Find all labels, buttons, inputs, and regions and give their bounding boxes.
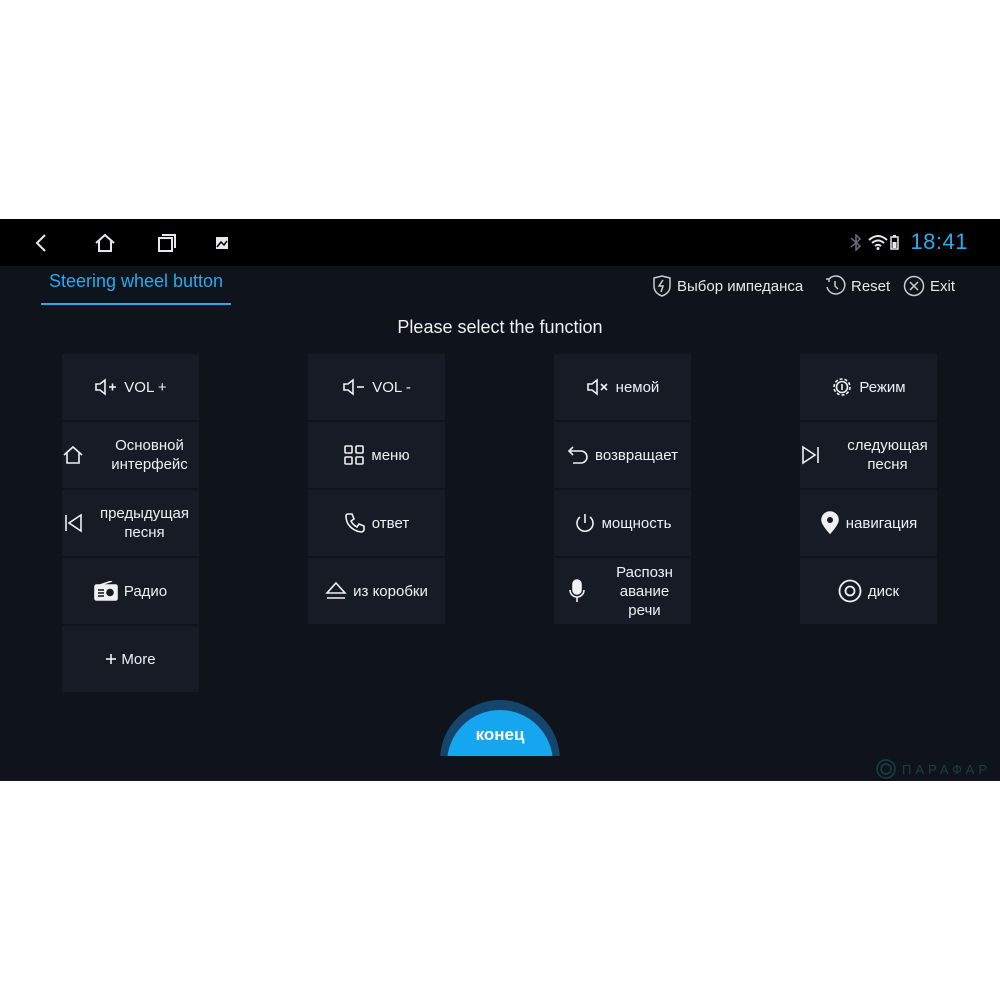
exit-button[interactable]: Exit [903,275,955,297]
function-prev-track[interactable]: предыдущая песня [62,490,199,556]
mute-icon [586,378,610,396]
volume-up-icon [94,378,118,396]
function-label: Основной интерфейс [111,437,188,473]
status-bar: 18:41 [0,219,1000,266]
radio-icon [94,581,118,601]
function-radio[interactable]: Радио [62,558,199,624]
bluetooth-icon [850,233,862,256]
battery-icon [890,235,899,255]
next-track-icon [800,445,822,465]
function-return[interactable]: возвращает [554,422,691,488]
phone-icon [344,512,366,534]
reset-label: Reset [851,277,891,295]
wifi-icon [868,234,888,255]
function-label: из коробки [353,582,428,600]
function-voice-recognition[interactable]: Распозн авание речи [554,558,691,624]
function-label: ответ [371,514,410,532]
screenshot-icon[interactable] [208,229,236,257]
eject-icon [325,581,347,601]
close-circle-icon [903,275,925,297]
watermark-text: ПАРАФАР [902,761,991,777]
function-vol-up[interactable]: VOL + [62,354,199,420]
clock: 18:41 [910,229,968,254]
shield-bolt-icon [653,275,671,297]
bottom-edge [0,756,1000,781]
function-label: Режим [859,378,906,396]
watermark: ПАРАФАР [874,757,991,781]
function-more[interactable]: More [62,626,199,692]
function-mode[interactable]: Режим [800,354,937,420]
function-power[interactable]: мощность [554,490,691,556]
function-label: VOL - [372,378,411,396]
volume-down-icon [342,378,366,396]
impedance-label: Выбор импеданса [677,277,804,295]
function-vol-down[interactable]: VOL - [308,354,445,420]
disc-icon [838,579,862,603]
function-label: следующая песня [847,437,928,473]
function-mute[interactable]: немой [554,354,691,420]
watermark-logo-icon [876,759,896,779]
reset-button[interactable]: Reset [824,275,890,297]
function-label: немой [615,378,660,396]
impedance-button[interactable]: Выбор импеданса [652,275,803,297]
function-label: навигация [845,514,918,532]
plus-icon [105,653,117,665]
function-next-track[interactable]: следующая песня [800,422,937,488]
app-screen: 18:41 Steering wheel button Выбор импеда… [0,219,1000,781]
function-label: меню [371,446,410,464]
function-home[interactable]: Основной интерфейс [62,422,199,488]
function-label: VOL + [124,378,167,396]
select-function-prompt: Please select the function [397,317,603,337]
recents-icon[interactable] [153,229,181,257]
function-label: мощность [601,514,672,532]
back-icon[interactable] [28,229,56,257]
function-label: More [121,650,156,668]
function-label: предыдущая песня [99,505,190,541]
microphone-icon [568,579,585,603]
menu-grid-icon [343,444,365,466]
tab-steering-wheel-button[interactable]: Steering wheel button [41,271,231,305]
function-eject[interactable]: из коробки [308,558,445,624]
home-icon[interactable] [91,229,119,257]
function-label: возвращает [595,446,678,464]
home-icon [62,445,84,465]
function-label: Радио [123,582,168,600]
prev-track-icon [62,513,84,533]
mode-icon [831,376,853,398]
location-pin-icon [820,511,840,535]
power-icon [574,512,596,534]
exit-label: Exit [930,277,956,295]
function-menu[interactable]: меню [308,422,445,488]
reset-icon [826,275,846,295]
function-label: Распозн авание речи [616,563,673,619]
function-label: диск [867,582,900,600]
function-navigation[interactable]: навигация [800,490,937,556]
function-answer[interactable]: ответ [308,490,445,556]
function-disc[interactable]: диск [800,558,937,624]
return-icon [567,445,589,465]
